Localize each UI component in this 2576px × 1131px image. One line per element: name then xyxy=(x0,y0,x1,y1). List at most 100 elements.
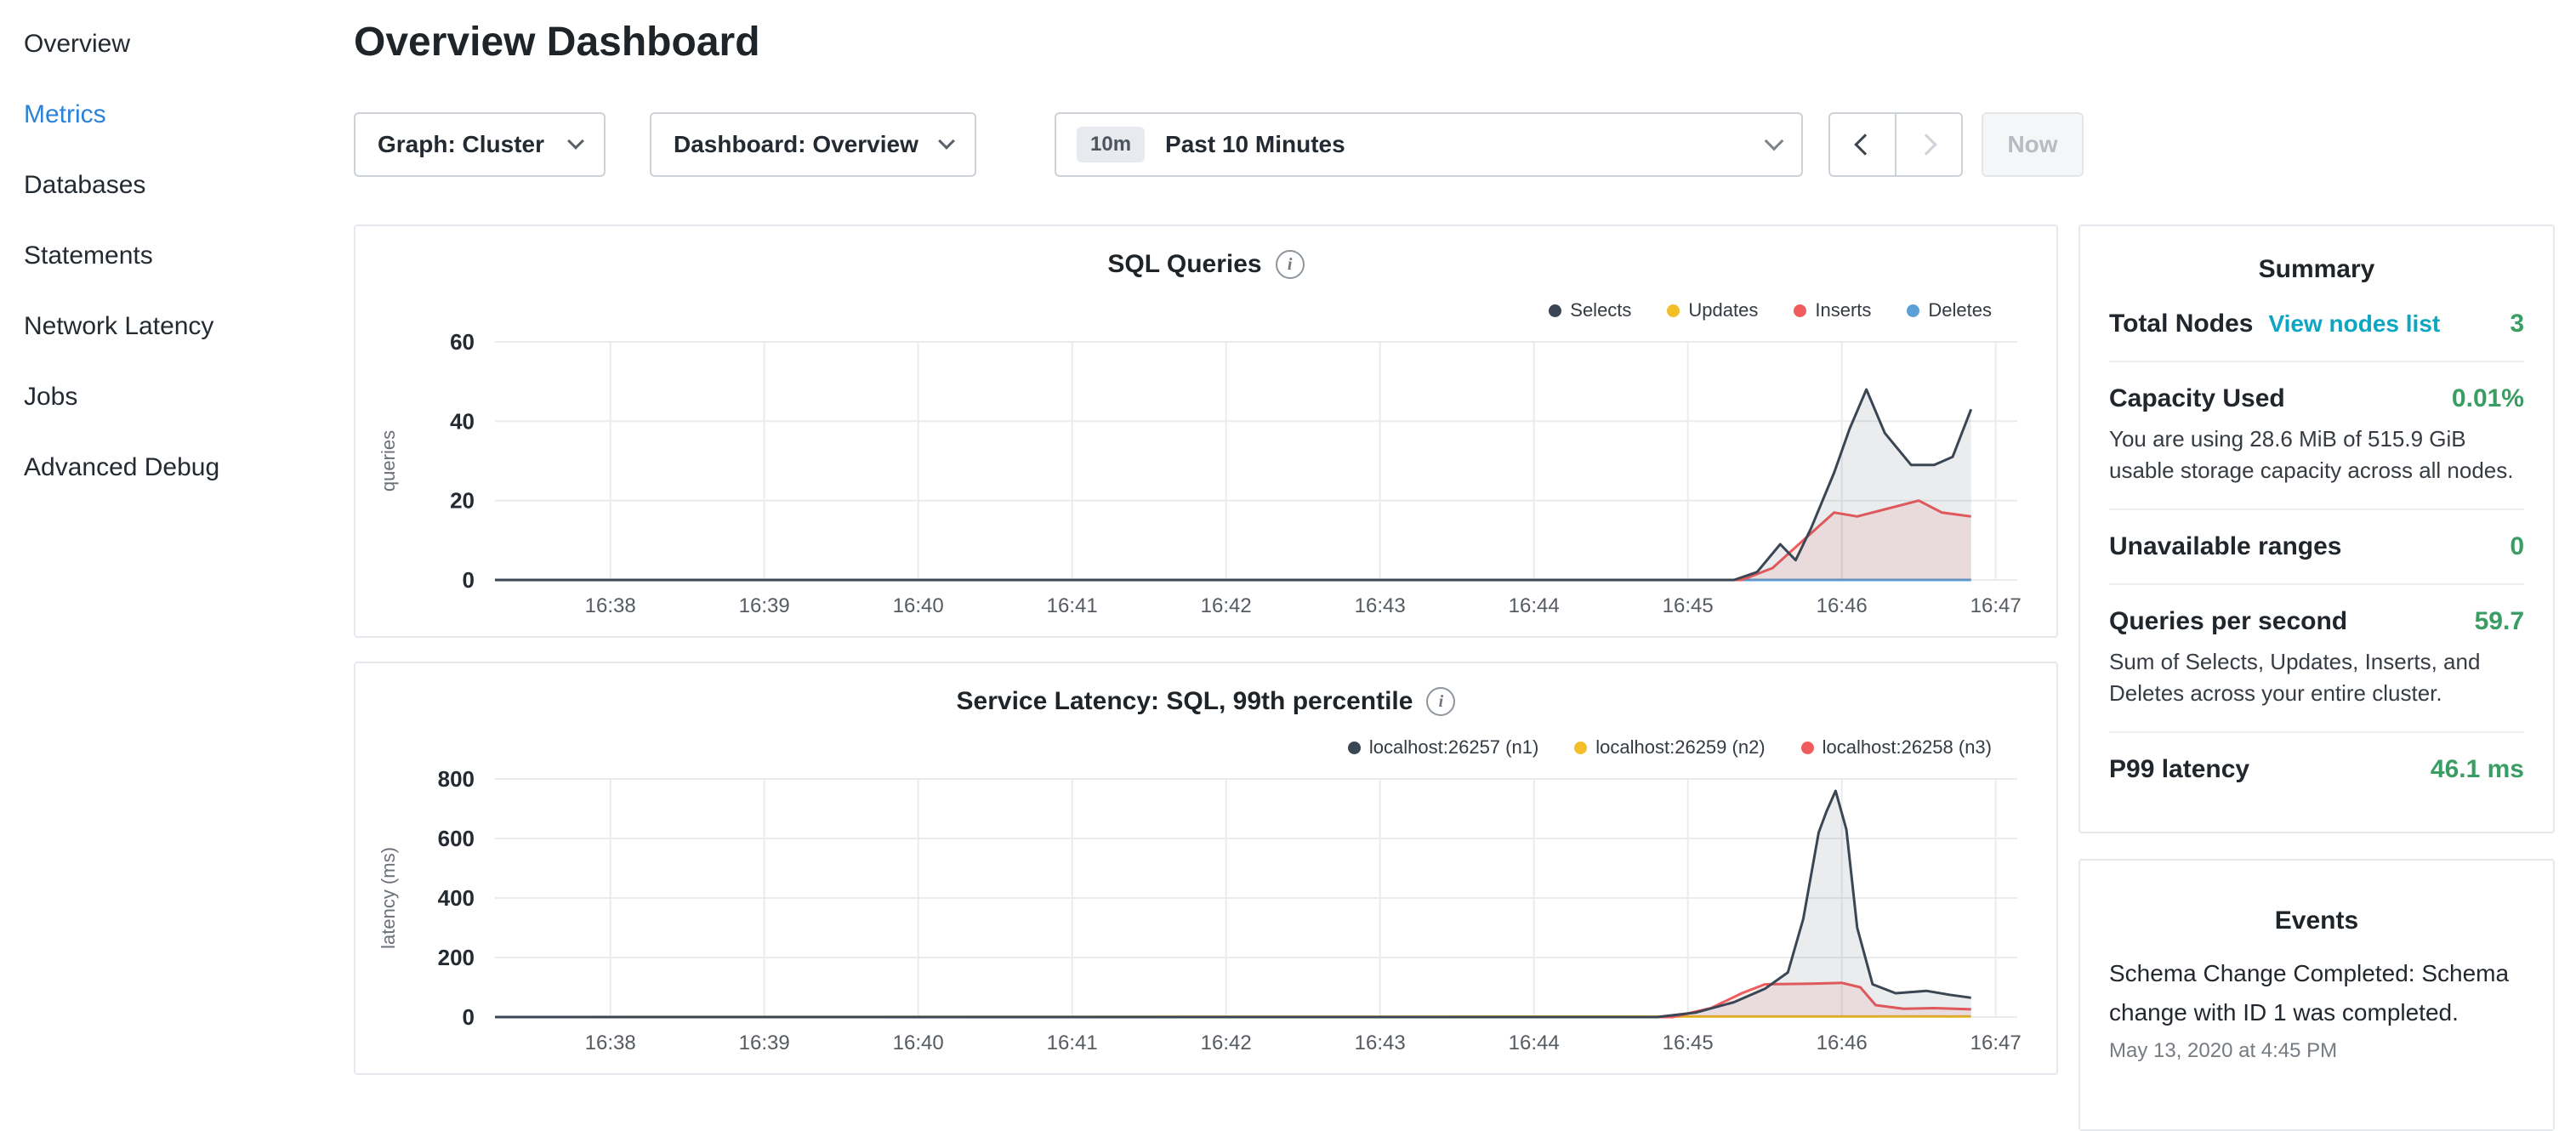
svg-text:400: 400 xyxy=(438,885,475,911)
svg-text:16:43: 16:43 xyxy=(1355,594,1406,617)
page-title: Overview Dashboard xyxy=(354,19,760,65)
svg-text:60: 60 xyxy=(450,329,475,355)
legend-dot-icon xyxy=(1667,304,1680,317)
svg-text:40: 40 xyxy=(450,408,475,434)
svg-text:800: 800 xyxy=(438,766,475,792)
legend-label: localhost:26258 (n3) xyxy=(1823,736,1992,759)
event-item: Schema Change Completed: Schema change w… xyxy=(2109,954,2524,1063)
summary-row-label: Unavailable ranges xyxy=(2109,532,2341,561)
summary-value: 46.1 ms xyxy=(2431,755,2524,784)
toolbar: Graph: Cluster Dashboard: Overview 10m P… xyxy=(354,112,2084,177)
time-range-pager xyxy=(1828,112,1963,177)
summary-panel: Summary Total Nodes View nodes list 3 Ca… xyxy=(2078,224,2555,833)
summary-value: 59.7 xyxy=(2475,607,2524,636)
legend-dot-icon xyxy=(1907,304,1919,317)
dashboard-dropdown[interactable]: Dashboard: Overview xyxy=(650,112,976,177)
chart-header: Service Latency: SQL, 99th percentile i xyxy=(355,687,2056,716)
events-panel: Events Schema Change Completed: Schema c… xyxy=(2078,859,2555,1131)
summary-row-queries-per-second: Queries per second 59.7 Sum of Selects, … xyxy=(2109,585,2524,733)
chevron-right-icon xyxy=(1915,134,1936,155)
chevron-down-icon xyxy=(567,133,584,150)
svg-text:0: 0 xyxy=(463,567,475,593)
svg-text:queries: queries xyxy=(378,430,399,492)
sidebar-item-advanced-debug[interactable]: Advanced Debug xyxy=(24,442,354,493)
chart-header: SQL Queries i xyxy=(355,250,2056,279)
time-range-dropdown[interactable]: 10m Past 10 Minutes xyxy=(1055,112,1803,177)
time-range-label: Past 10 Minutes xyxy=(1165,131,1345,158)
now-button[interactable]: Now xyxy=(1982,112,2084,177)
chart-canvas: 020406016:3816:3916:4016:4116:4216:4316:… xyxy=(355,226,2060,636)
legend-label: Deletes xyxy=(1928,299,1992,321)
next-range-button[interactable] xyxy=(1895,112,1963,177)
legend-item: Deletes xyxy=(1907,299,1992,321)
summary-value: 3 xyxy=(2510,310,2524,338)
summary-value: 0.01% xyxy=(2452,384,2524,413)
svg-text:latency (ms): latency (ms) xyxy=(378,847,399,949)
sidebar-item-databases[interactable]: Databases xyxy=(24,160,354,211)
sidebar-item-overview[interactable]: Overview xyxy=(24,19,354,70)
svg-text:16:40: 16:40 xyxy=(893,594,944,617)
info-icon[interactable]: i xyxy=(1276,250,1305,279)
time-range-badge: 10m xyxy=(1077,127,1145,162)
legend-dot-icon xyxy=(1549,304,1561,317)
summary-value: 0 xyxy=(2510,532,2524,561)
chart-legend: localhost:26257 (n1) localhost:26259 (n2)… xyxy=(1348,736,1992,759)
dashboard-dropdown-label: Dashboard: Overview xyxy=(674,131,918,158)
legend-item: Inserts xyxy=(1794,299,1871,321)
graph-dropdown-label: Graph: Cluster xyxy=(378,131,544,158)
svg-text:0: 0 xyxy=(463,1004,475,1030)
sidebar-item-network-latency[interactable]: Network Latency xyxy=(24,301,354,352)
view-nodes-list-link[interactable]: View nodes list xyxy=(2268,310,2440,338)
prev-range-button[interactable] xyxy=(1828,112,1896,177)
svg-text:16:39: 16:39 xyxy=(739,594,790,617)
chevron-left-icon xyxy=(1854,134,1875,155)
legend-item: localhost:26258 (n3) xyxy=(1801,736,1992,759)
legend-item: Selects xyxy=(1549,299,1631,321)
service-latency-panel: 020040060080016:3816:3916:4016:4116:4216… xyxy=(354,662,2058,1075)
summary-row-label: Total Nodes xyxy=(2109,310,2253,338)
summary-row-total-nodes: Total Nodes View nodes list 3 xyxy=(2109,287,2524,362)
summary-row-label: P99 latency xyxy=(2109,755,2249,784)
summary-row-unavailable-ranges: Unavailable ranges 0 xyxy=(2109,510,2524,585)
graph-dropdown[interactable]: Graph: Cluster xyxy=(354,112,606,177)
legend-dot-icon xyxy=(1794,304,1806,317)
sql-queries-plot: 020406016:3816:3916:4016:4116:4216:4316:… xyxy=(355,226,2060,636)
legend-item: localhost:26257 (n1) xyxy=(1348,736,1538,759)
svg-text:16:46: 16:46 xyxy=(1817,594,1868,617)
legend-label: Selects xyxy=(1570,299,1631,321)
legend-item: Updates xyxy=(1667,299,1758,321)
legend-item: localhost:26259 (n2) xyxy=(1574,736,1765,759)
svg-text:16:45: 16:45 xyxy=(1663,594,1714,617)
chevron-down-icon xyxy=(1765,132,1784,151)
summary-title: Summary xyxy=(2109,255,2524,284)
svg-text:20: 20 xyxy=(450,488,475,514)
sidebar-item-jobs[interactable]: Jobs xyxy=(24,372,354,423)
legend-dot-icon xyxy=(1574,742,1587,754)
chevron-down-icon xyxy=(938,133,955,150)
events-title: Events xyxy=(2109,907,2524,935)
legend-label: Updates xyxy=(1688,299,1758,321)
legend-label: Inserts xyxy=(1815,299,1871,321)
summary-row-label: Queries per second xyxy=(2109,607,2347,636)
chart-title: SQL Queries xyxy=(1107,250,1261,279)
legend-label: localhost:26259 (n2) xyxy=(1595,736,1765,759)
sidebar-item-statements[interactable]: Statements xyxy=(24,230,354,281)
summary-row-description: You are using 28.6 MiB of 515.9 GiB usab… xyxy=(2109,423,2524,486)
svg-text:16:44: 16:44 xyxy=(1509,594,1560,617)
main-content: Overview Dashboard Graph: Cluster Dashbo… xyxy=(354,0,2058,1051)
summary-row-capacity-used: Capacity Used 0.01% You are using 28.6 M… xyxy=(2109,362,2524,510)
chart-canvas: 020040060080016:3816:3916:4016:4116:4216… xyxy=(355,663,2060,1073)
legend-dot-icon xyxy=(1801,742,1814,754)
svg-text:16:38: 16:38 xyxy=(585,594,636,617)
summary-row-description: Sum of Selects, Updates, Inserts, and De… xyxy=(2109,646,2524,709)
info-icon[interactable]: i xyxy=(1426,687,1455,716)
svg-text:200: 200 xyxy=(438,945,475,970)
chart-legend: Selects Updates Inserts Deletes xyxy=(1549,299,1992,321)
svg-text:16:47: 16:47 xyxy=(1970,594,2022,617)
legend-dot-icon xyxy=(1348,742,1361,754)
svg-text:600: 600 xyxy=(438,826,475,851)
legend-label: localhost:26257 (n1) xyxy=(1369,736,1538,759)
sidebar-item-metrics[interactable]: Metrics xyxy=(24,89,354,140)
service-latency-plot: 020040060080016:3816:3916:4016:4116:4216… xyxy=(355,663,2060,1073)
summary-row-p99-latency: P99 latency 46.1 ms xyxy=(2109,733,2524,806)
